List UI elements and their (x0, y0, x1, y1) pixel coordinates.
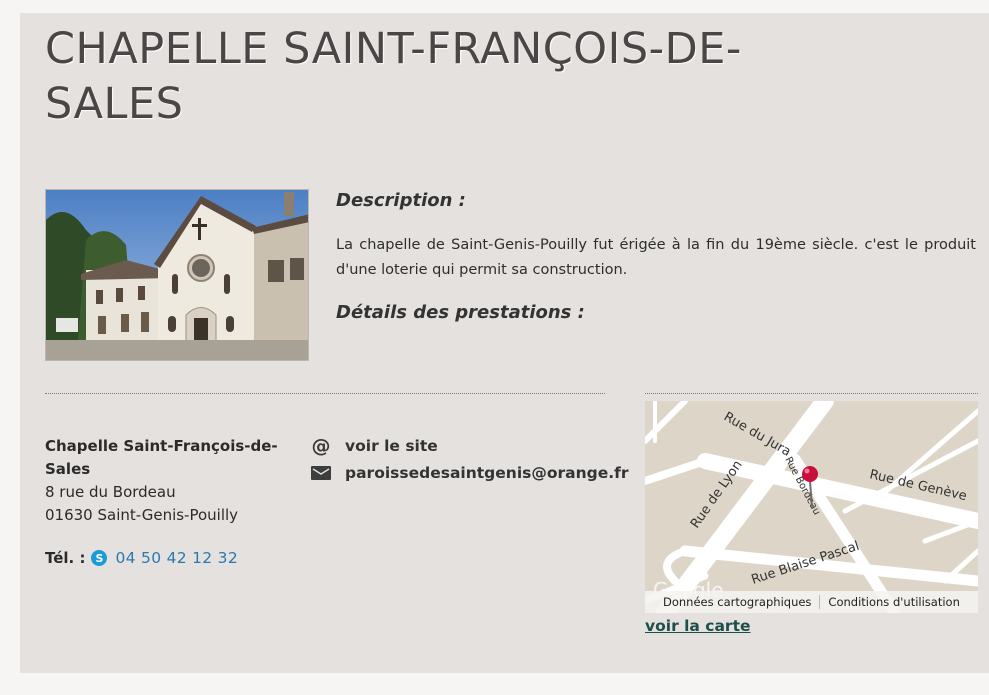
view-map-link[interactable]: voir la carte (645, 617, 751, 635)
chapel-photo (45, 189, 309, 361)
address-city: 01630 Saint-Genis-Pouilly (45, 506, 239, 524)
phone-number-link[interactable]: 04 50 42 12 32 (115, 549, 238, 567)
skype-icon[interactable]: S (91, 550, 108, 566)
divider-left (45, 393, 605, 394)
map-pin-icon (802, 466, 818, 482)
map-data-link[interactable]: Données cartographiques (645, 595, 821, 609)
email-link-row[interactable]: paroissedesaintgenis@orange.fr (310, 464, 629, 482)
website-link[interactable]: voir le site (345, 437, 438, 455)
phone-label: Tél. : (45, 549, 86, 567)
divider-right (645, 393, 978, 394)
envelope-icon (310, 466, 332, 480)
page-title: CHAPELLE SAINT-FRANÇOIS-DE-SALES (45, 24, 742, 129)
address-block: Chapelle Saint-François-de-Sales 8 rue d… (45, 435, 285, 527)
address-street: 8 rue du Bordeau (45, 483, 176, 501)
at-icon: @ (310, 436, 332, 456)
map-footer: Données cartographiques Conditions d'uti… (645, 591, 978, 613)
description-heading: Description : (336, 190, 466, 211)
website-link-row[interactable]: @ voir le site (310, 436, 438, 456)
description-text: La chapelle de Saint-Genis-Pouilly fut é… (336, 237, 976, 278)
phone-row: Tél. : S 04 50 42 12 32 (45, 549, 238, 567)
address-name: Chapelle Saint-François-de-Sales (45, 437, 278, 478)
email-link[interactable]: paroissedesaintgenis@orange.fr (345, 464, 629, 482)
location-map[interactable]: Rue du Jura Rue de Lyon Rue Bordeau Rue … (645, 401, 978, 613)
map-terms-link[interactable]: Conditions d'utilisation (820, 595, 959, 609)
services-heading: Détails des prestations : (336, 302, 585, 323)
svg-text:@: @ (312, 436, 331, 456)
